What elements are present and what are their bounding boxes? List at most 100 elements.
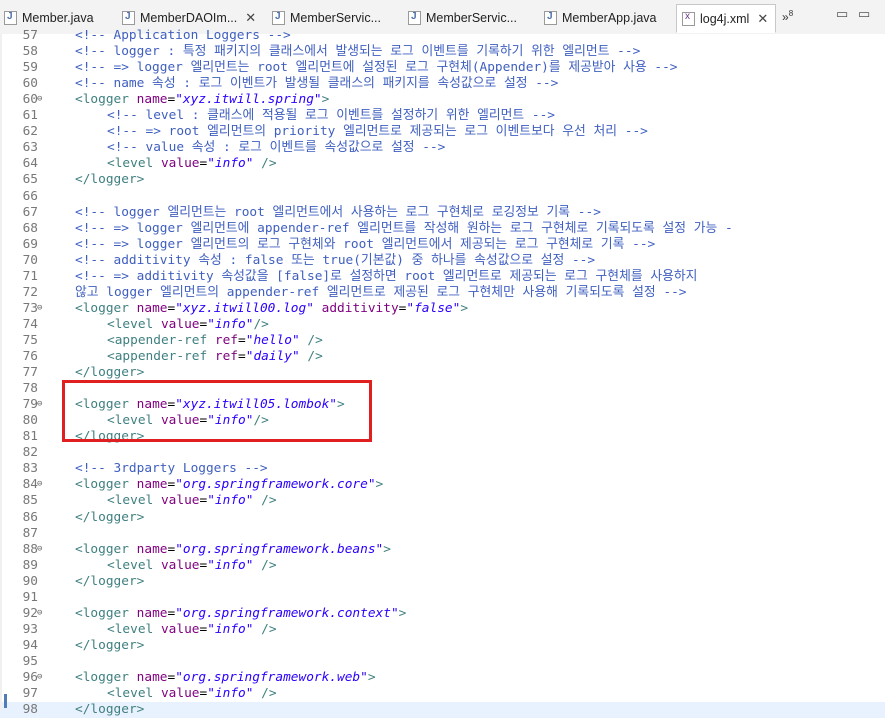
java-file-icon: [122, 11, 135, 25]
line-number: 60: [22, 92, 38, 108]
line-number: 89: [22, 557, 38, 573]
fold-collapse-icon[interactable]: ⊖: [37, 608, 44, 617]
code-line[interactable]: 63 <!-- value 속성 : 로그 이벤트를 속성값으로 설정 -->: [0, 140, 885, 156]
line-number: 69: [22, 236, 38, 252]
close-icon[interactable]: ✕: [245, 10, 256, 26]
line-number: 81: [22, 429, 38, 445]
tab-overflow-count: 8: [788, 9, 794, 18]
code-editor[interactable]: 57 <!-- Application Loggers --> 58 <!-- log…: [0, 28, 885, 718]
code-text: <!-- => additivity 속성값을 [false]로 설정하면 ro…: [75, 268, 698, 284]
tab-overflow-button[interactable]: »8: [782, 9, 793, 24]
code-line[interactable]: 88 ⊖ <logger name="org.springframework.bea…: [0, 542, 885, 558]
fold-collapse-icon[interactable]: ⊖: [37, 544, 44, 553]
close-icon[interactable]: ✕: [757, 11, 768, 27]
line-number: 90: [22, 573, 38, 589]
code-text: <!-- level : 클래스에 적용될 로그 이벤트를 설정하기 위한 엘리…: [107, 108, 555, 124]
code-text: <!-- Application Loggers -->: [75, 28, 291, 43]
line-number: 78: [22, 381, 38, 397]
line-number: 77: [22, 365, 38, 381]
line-number: 73: [22, 300, 38, 316]
line-number: 91: [22, 589, 38, 605]
line-number: 66: [22, 188, 38, 204]
code-line[interactable]: 77 </logger>: [0, 365, 885, 381]
code-text: </logger>: [75, 172, 145, 188]
line-number: 96: [22, 670, 38, 685]
code-text: </logger>: [75, 573, 145, 589]
code-text: <!-- logger 엘리먼트는 root 엘리먼트에서 사용하는 로그 구현…: [75, 204, 601, 220]
code-line[interactable]: 82: [0, 445, 885, 461]
code-text: <logger name="org.springframework.web">: [75, 670, 376, 685]
code-text: <!-- value 속성 : 로그 이벤트를 속성값으로 설정 -->: [107, 140, 446, 156]
code-line[interactable]: 94 </logger>: [0, 638, 885, 654]
code-line[interactable]: 73 ⊖ <logger name="xyz.itwill00.log" addit…: [0, 301, 885, 317]
line-number: 82: [22, 445, 38, 461]
fold-collapse-icon[interactable]: ⊖: [37, 303, 44, 312]
fold-collapse-icon[interactable]: ⊖: [37, 400, 44, 409]
code-line[interactable]: 57 <!-- Application Loggers -->: [0, 28, 885, 44]
line-number: 85: [22, 493, 38, 509]
code-line[interactable]: 66: [0, 189, 885, 205]
tab-label: log4j.xml: [700, 11, 750, 26]
code-text: <appender-ref ref="daily" />: [107, 349, 323, 364]
java-file-icon: [544, 11, 557, 25]
code-text: <level value="info"/>: [107, 316, 269, 332]
tab-label: MemberApp.java: [562, 11, 657, 25]
java-file-icon: [272, 11, 285, 25]
line-number: 68: [22, 220, 38, 236]
line-number: 75: [22, 332, 38, 348]
code-text: </logger>: [75, 637, 145, 653]
code-line[interactable]: 58 <!-- logger : 특정 패키지의 클래스에서 발생되는 로그 이벤…: [0, 44, 885, 60]
line-number: 72: [22, 284, 38, 300]
code-line[interactable]: 71 <!-- => additivity 속성값을 [false]로 설정하면 …: [0, 269, 885, 285]
code-line[interactable]: 85 <level value="info" />: [0, 493, 885, 509]
line-number: 87: [22, 525, 38, 541]
fold-collapse-icon[interactable]: ⊖: [37, 480, 44, 489]
code-line[interactable]: 68 <!-- => logger 엘리먼트에 appender-ref 엘리먼트…: [0, 221, 885, 237]
code-line[interactable]: 74 <level value="info"/>: [0, 317, 885, 333]
code-line[interactable]: 69 <!-- => logger 엘리먼트의 로그 구현체와 root 엘리먼트…: [0, 237, 885, 253]
code-line[interactable]: 60 <!-- name 속성 : 로그 이벤트가 발생될 클래스의 패키지를 속…: [0, 76, 885, 92]
code-line[interactable]: 59 <!-- => logger 엘리먼트는 root 엘리먼트에 설정된 로그…: [0, 60, 885, 76]
code-line[interactable]: 98 </logger>: [0, 702, 885, 718]
minimize-icon[interactable]: ▭: [836, 6, 848, 22]
tab-label: MemberServic...: [290, 11, 381, 25]
fold-collapse-icon[interactable]: ⊖: [37, 673, 44, 682]
editor-left-ruler: [0, 34, 2, 710]
line-number: 95: [22, 653, 38, 669]
code-line[interactable]: 67 <!-- logger 엘리먼트는 root 엘리먼트에서 사용하는 로그 …: [0, 205, 885, 221]
code-line[interactable]: 97 <level value="info" />: [0, 686, 885, 702]
code-line[interactable]: 60 ⊖ <logger name="xyz.itwill.spring">: [0, 92, 885, 108]
code-line[interactable]: 65 </logger>: [0, 172, 885, 188]
code-line[interactable]: 76 <appender-ref ref="daily" />: [0, 349, 885, 365]
code-text: 않고 logger 엘리먼트의 appender-ref 엘리먼트로 제공된 로…: [75, 284, 687, 300]
code-text: <logger name="org.springframework.contex…: [75, 605, 407, 621]
code-line[interactable]: 93 <level value="info" />: [0, 622, 885, 638]
code-text: <appender-ref ref="hello" />: [107, 332, 323, 348]
code-text: </logger>: [75, 702, 145, 718]
code-line[interactable]: 75 <appender-ref ref="hello" />: [0, 333, 885, 349]
line-number: 61: [22, 108, 38, 124]
code-text: <!-- additivity 속성 : false 또는 true(기본값) …: [75, 252, 596, 268]
code-line[interactable]: 91: [0, 590, 885, 606]
code-line[interactable]: 87: [0, 526, 885, 542]
code-line[interactable]: 89 <level value="info" />: [0, 558, 885, 574]
code-line[interactable]: 72 않고 logger 엘리먼트의 appender-ref 엘리먼트로 제공된…: [0, 285, 885, 301]
maximize-icon[interactable]: ▭: [858, 6, 870, 22]
code-line[interactable]: 96 ⊖ <logger name="org.springframework.web…: [0, 670, 885, 686]
code-line[interactable]: 83 <!-- 3rdparty Loggers -->: [0, 461, 885, 477]
code-text: <logger name="xyz.itwill.spring">: [75, 92, 330, 108]
code-line[interactable]: 84 ⊖ <logger name="org.springframework.cor…: [0, 477, 885, 493]
code-line[interactable]: 95: [0, 654, 885, 670]
code-line[interactable]: 92 ⊖ <logger name="org.springframework.con…: [0, 606, 885, 622]
code-line[interactable]: 70 <!-- additivity 속성 : false 또는 true(기본값…: [0, 253, 885, 269]
code-line[interactable]: 64 <level value="info" />: [0, 156, 885, 172]
code-text: <!-- => logger 엘리먼트의 로그 구현체와 root 엘리먼트에서…: [75, 236, 656, 252]
code-line[interactable]: 61 <!-- level : 클래스에 적용될 로그 이벤트를 설정하기 위한 …: [0, 108, 885, 124]
code-line[interactable]: 90 </logger>: [0, 574, 885, 590]
fold-collapse-icon[interactable]: ⊖: [37, 95, 44, 104]
code-line[interactable]: 86 </logger>: [0, 510, 885, 526]
code-text: <level value="info" />: [107, 621, 277, 637]
line-number: 76: [22, 349, 38, 364]
code-line[interactable]: 62 <!-- => root 엘리먼트의 priority 엘리먼트로 제공되는…: [0, 124, 885, 140]
code-text: <!-- name 속성 : 로그 이벤트가 발생될 클래스의 패키지를 속성값…: [75, 76, 559, 92]
